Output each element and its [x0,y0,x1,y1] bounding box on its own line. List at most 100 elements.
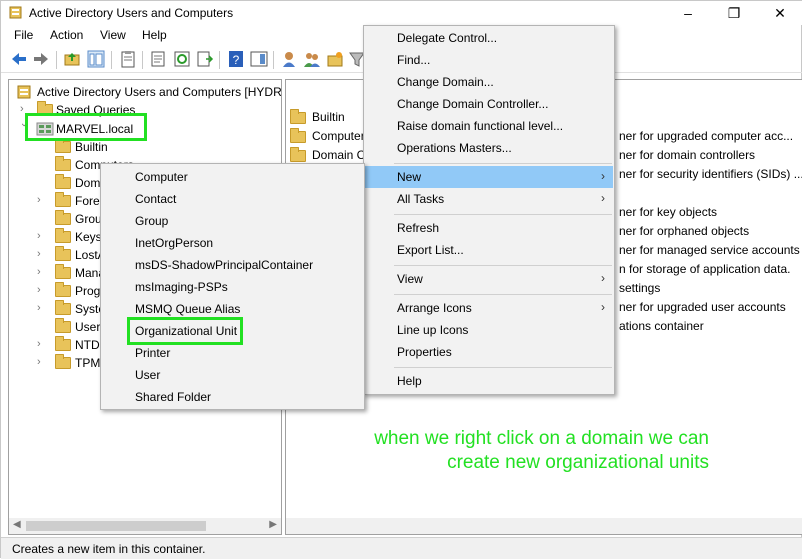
menu-help[interactable]: Help [142,28,167,42]
annotation-highlight-box [25,113,147,141]
menu-item-line-up-icons[interactable]: Line up Icons [365,319,613,341]
up-folder-icon[interactable] [63,50,81,68]
folder-icon [55,336,71,351]
tree-item-label: TPM [75,356,101,370]
menu-separator [394,265,612,266]
scroll-left-icon[interactable]: ◀ [13,519,21,530]
menu-item-all-tasks[interactable]: All Tasks › [365,188,613,210]
submenu-arrow-icon: › [601,300,605,314]
folder-icon [55,138,71,153]
chevron-right-icon[interactable]: › [37,356,47,368]
menu-item-help[interactable]: Help [365,370,613,392]
menu-separator [394,163,612,164]
tree-item-label: Grou [75,212,102,226]
list-item-description: n for storage of application data. [619,262,791,276]
chevron-right-icon[interactable]: › [37,284,47,296]
toolbar-separator [219,51,220,69]
tree-item-label: Builtin [75,140,108,154]
list-item-description: ner for upgraded computer acc... [619,129,794,143]
window-title: Active Directory Users and Computers [29,6,234,20]
close-button[interactable]: ✕ [757,1,802,25]
menu-item-new[interactable]: New › [365,166,613,188]
toolbar-separator [142,51,143,69]
menu-file[interactable]: File [14,28,33,42]
menu-item-view[interactable]: View › [365,268,613,290]
restore-button[interactable]: ❐ [711,1,757,25]
submenu-arrow-icon: › [601,169,605,183]
refresh-icon[interactable] [173,50,191,68]
toolbar-separator [111,51,112,69]
forward-arrow-icon[interactable] [32,50,50,68]
submenu-arrow-icon: › [601,271,605,285]
menu-item-export-list[interactable]: Export List... [365,239,613,261]
menu-item-shared-folder[interactable]: Shared Folder [102,386,363,408]
folder-icon [290,147,306,162]
list-item-description: ner for security identifiers (SIDs) ... [619,167,802,181]
folder-icon [55,264,71,279]
menu-item-user[interactable]: User [102,364,363,386]
list-item-description: ations container [619,319,704,333]
menu-item-properties[interactable]: Properties [365,341,613,363]
toolbar-separator [273,51,274,69]
menu-view[interactable]: View [100,28,126,42]
menu-item-arrange-icons[interactable]: Arrange Icons › [365,297,613,319]
folder-icon [55,174,71,189]
menu-item-operations-masters[interactable]: Operations Masters... [365,137,613,159]
new-group-icon[interactable] [303,50,321,68]
menu-action[interactable]: Action [50,28,83,42]
tree-root-label: Active Directory Users and Computers [HY… [37,85,282,99]
chevron-right-icon[interactable]: › [37,302,47,314]
menu-item-refresh[interactable]: Refresh [365,217,613,239]
submenu-arrow-icon: › [601,191,605,205]
chevron-right-icon[interactable]: › [37,266,47,278]
menu-item-msds-shadow-principal-container[interactable]: msDS-ShadowPrincipalContainer [102,254,363,276]
menu-item-msimaging-psps[interactable]: msImaging-PSPs [102,276,363,298]
horizontal-scrollbar[interactable] [286,518,802,534]
menu-item-find[interactable]: Find... [365,49,613,71]
menu-item-inetorgperson[interactable]: InetOrgPerson [102,232,363,254]
folder-icon [55,210,71,225]
new-user-icon[interactable] [280,50,298,68]
menu-item-delegate-control[interactable]: Delegate Control... [365,27,613,49]
svg-text:?: ? [233,53,240,67]
chevron-right-icon[interactable]: › [37,194,47,206]
aduc-root-icon [17,85,31,99]
tree-item-label: Dom [75,176,101,190]
scrollbar-thumb[interactable] [26,521,206,531]
scroll-right-icon[interactable]: ▶ [269,519,277,530]
new-ou-icon[interactable] [326,50,344,68]
list-item-description: settings [619,281,661,295]
chevron-right-icon[interactable]: › [37,248,47,260]
back-arrow-icon[interactable] [10,50,28,68]
menu-separator [394,367,612,368]
menu-item-printer[interactable]: Printer [102,342,363,364]
menu-item-change-domain-controller[interactable]: Change Domain Controller... [365,93,613,115]
menu-item-contact[interactable]: Contact [102,188,363,210]
chevron-right-icon[interactable]: › [37,338,47,350]
chevron-right-icon[interactable]: › [37,230,47,242]
minimize-button[interactable]: – [665,1,711,25]
annotation-line: when we right click on a domain we can [374,428,709,449]
folder-icon [55,156,71,171]
tree-root[interactable]: Active Directory Users and Computers [HY… [15,83,282,101]
menu-item-raise-functional-level[interactable]: Raise domain functional level... [365,115,613,137]
folder-icon [55,318,71,333]
menu-item-change-domain[interactable]: Change Domain... [365,71,613,93]
folder-icon [290,128,306,143]
menu-item-computer[interactable]: Computer [102,166,363,188]
properties-icon[interactable] [149,50,167,68]
folder-icon [55,282,71,297]
horizontal-scrollbar[interactable]: ◀ ▶ [9,518,281,534]
clipboard-icon[interactable] [119,50,137,68]
context-menu: Delegate Control... Find... Change Domai… [363,25,615,395]
toolbar-separator [56,51,57,69]
folder-icon [55,246,71,261]
list-item-name: Computer [312,129,365,143]
export-list-icon[interactable] [196,50,214,68]
show-console-tree-icon[interactable] [87,50,105,68]
action-pane-icon[interactable] [250,50,268,68]
menu-item-group[interactable]: Group [102,210,363,232]
help-icon[interactable]: ? [227,50,245,68]
folder-icon [55,300,71,315]
status-text: Creates a new item in this container. [12,542,206,556]
